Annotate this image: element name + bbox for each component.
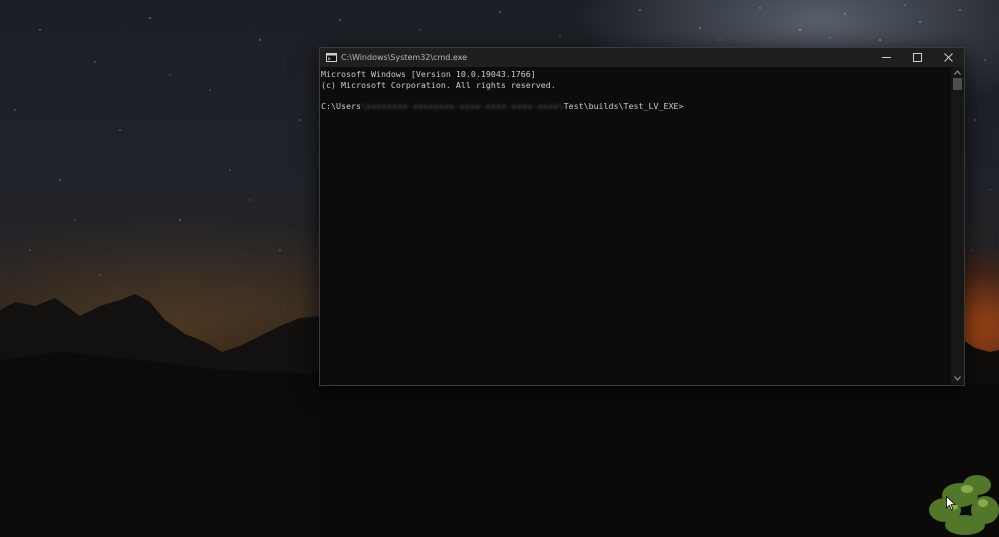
chevron-up-icon xyxy=(954,70,961,75)
maximize-icon xyxy=(913,53,922,62)
prompt-prefix: C:\Users xyxy=(321,100,361,111)
mouse-pointer-icon xyxy=(946,496,956,511)
title-bar[interactable]: C:\Windows\System32\cmd.exe xyxy=(320,48,964,67)
redacted-path: \xxxxxxxx-xxxxxxxx-xxxx-xxxx-xxxx-xxxx\ xyxy=(360,100,564,111)
close-icon xyxy=(944,53,953,62)
console-output[interactable]: Microsoft Windows [Version 10.0.19043.17… xyxy=(320,67,949,384)
vertical-scrollbar[interactable] xyxy=(951,67,964,384)
cmd-app-icon xyxy=(326,53,337,62)
minimize-icon xyxy=(882,57,891,58)
minimize-button[interactable] xyxy=(871,48,902,67)
cmd-window[interactable]: C:\Windows\System32\cmd.exe Microsoft Wi… xyxy=(319,47,965,386)
scroll-down-button[interactable] xyxy=(951,374,964,383)
scroll-thumb[interactable] xyxy=(953,78,962,90)
maximize-button[interactable] xyxy=(902,48,933,67)
console-line-copyright: (c) Microsoft Corporation. All rights re… xyxy=(321,79,556,90)
close-button[interactable] xyxy=(933,48,964,67)
command-prompt: C:\Users\xxxxxxxx-xxxxxxxx-xxxx-xxxx-xxx… xyxy=(321,101,949,112)
chevron-down-icon xyxy=(954,376,961,381)
window-title: C:\Windows\System32\cmd.exe xyxy=(341,53,468,62)
scroll-up-button[interactable] xyxy=(951,68,964,77)
window-controls xyxy=(871,48,964,67)
prompt-suffix: Test\builds\Test_LV_EXE> xyxy=(563,100,684,111)
console-line-version: Microsoft Windows [Version 10.0.19043.17… xyxy=(321,69,536,79)
desktop: C:\Windows\System32\cmd.exe Microsoft Wi… xyxy=(0,0,999,537)
